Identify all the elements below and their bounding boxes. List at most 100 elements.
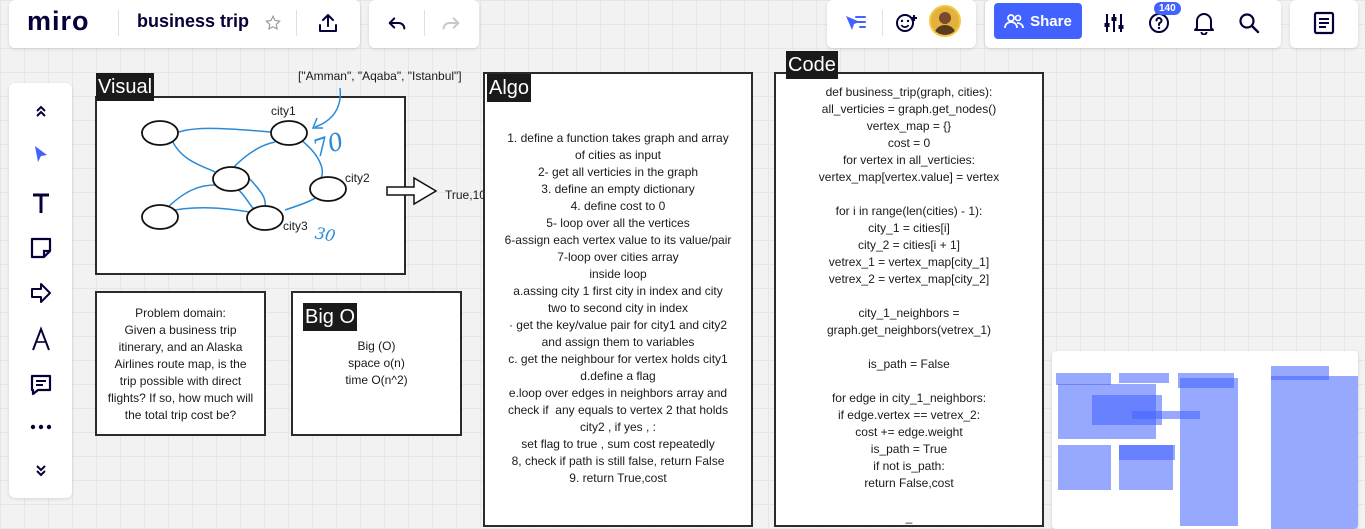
text-line: city2 , if yes , : xyxy=(579,420,657,434)
code-text[interactable]: def business_trip(graph, cities): all_ver… xyxy=(776,84,1042,526)
text-line: city_1 = cities[i] xyxy=(868,221,950,235)
text-line: 9. return True,cost xyxy=(569,471,667,485)
undo-redo-panel xyxy=(369,0,479,48)
comment-icon[interactable] xyxy=(21,367,61,403)
minimap-block xyxy=(1271,376,1358,529)
algo-text[interactable]: 1. define a function takes graph and arr… xyxy=(485,130,751,487)
settings-sliders-icon[interactable] xyxy=(1098,8,1130,38)
text-line: cost = 0 xyxy=(887,136,931,150)
node-label-city2[interactable]: city2 xyxy=(345,170,370,187)
text-line: time O(n^2) xyxy=(345,373,408,387)
big-o-text[interactable]: Big (O) space o(n) time O(n^2) xyxy=(293,338,460,389)
algo-frame-label[interactable]: Algo xyxy=(487,74,532,102)
text-line: 4. define cost to 0 xyxy=(570,199,666,213)
text-line: a.assing city 1 first city in index and … xyxy=(513,284,723,298)
more-tools-icon[interactable] xyxy=(21,409,61,445)
text-line: Problem domain: xyxy=(135,306,226,320)
share-button[interactable]: Share xyxy=(994,3,1082,39)
text-line: and assign them to variables xyxy=(541,335,695,349)
graph-node-city3[interactable] xyxy=(246,205,284,231)
text-line: graph.get_neighbors(vetrex_1) xyxy=(826,323,992,337)
text-line xyxy=(776,492,1042,509)
export-icon[interactable] xyxy=(313,8,343,38)
text-line xyxy=(776,373,1042,390)
text-line: return False,cost xyxy=(864,476,954,490)
text-line: trip possible with direct xyxy=(119,374,242,388)
search-icon[interactable] xyxy=(1233,8,1265,38)
text-line: if not is_path: xyxy=(873,459,945,473)
text-line: for vertex in all_verticies: xyxy=(842,153,976,167)
minimap-block xyxy=(1119,445,1175,460)
cities-list-annotation[interactable]: ["Amman", "Aqaba", "Istanbul"] xyxy=(298,68,462,85)
problem-domain-frame[interactable]: Problem domain: Given a business trip itin… xyxy=(95,291,266,436)
text-line: for edge in city_1_neighbors: xyxy=(831,391,987,405)
code-frame-label[interactable]: Code xyxy=(786,51,838,79)
collapse-down-icon[interactable] xyxy=(21,453,61,489)
code-frame[interactable]: def business_trip(graph, cities): all_ver… xyxy=(774,72,1044,527)
sticky-note-icon[interactable] xyxy=(21,230,61,266)
text-line: the total trip cost be? xyxy=(124,408,237,422)
text-line: itinerary, and an Alaska xyxy=(118,340,243,354)
bell-icon[interactable] xyxy=(1188,8,1220,38)
share-label: Share xyxy=(1030,12,1072,30)
divider xyxy=(296,10,297,36)
handwritten-weight-30[interactable]: 30 xyxy=(314,223,337,245)
text-line: Big (O) xyxy=(357,339,396,353)
star-icon[interactable] xyxy=(260,10,286,36)
users-icon xyxy=(1004,14,1025,29)
cursor-filter-icon[interactable] xyxy=(839,8,871,38)
node-label-city3[interactable]: city3 xyxy=(283,218,308,235)
top-left-panel: miro business trip xyxy=(9,0,360,48)
text-line: inside loop xyxy=(589,267,647,281)
node-label-city1[interactable]: city1 xyxy=(271,103,296,120)
left-toolbar xyxy=(9,83,72,498)
collapse-up-icon[interactable] xyxy=(21,93,61,129)
text-line: of cities as input xyxy=(574,148,662,162)
text-line: all_verticies = graph.get_nodes() xyxy=(821,102,997,116)
text-line: vertex_map = {} xyxy=(866,119,952,133)
minimap-block xyxy=(1058,445,1111,490)
big-o-frame-label[interactable]: Big O xyxy=(303,303,358,331)
text-line: is_path = False xyxy=(868,357,950,371)
text-line: if edge.vertex == vetrex_2: xyxy=(837,408,981,422)
text-line: vetrex_1 = vertex_map[city_1] xyxy=(828,255,990,269)
text-line: vertex_map[vertex.value] = vertex xyxy=(818,170,1000,184)
text-line: 5- loop over all the vertices xyxy=(546,216,690,230)
graph-node[interactable] xyxy=(141,204,179,230)
right-toolbar-panel: Share 140 xyxy=(985,0,1281,48)
text-line: Airlines route map, is the xyxy=(114,357,247,371)
text-line: space o(n) xyxy=(348,356,405,370)
connector-arrow-icon[interactable] xyxy=(21,275,61,311)
graph-node[interactable] xyxy=(141,120,179,146)
divider xyxy=(424,10,425,36)
text-line: 7-loop over cities array xyxy=(557,250,679,264)
problem-domain-text[interactable]: Problem domain: Given a business trip itin… xyxy=(97,305,264,424)
text-line: cost += edge.weight xyxy=(855,425,963,439)
graph-drawing[interactable] xyxy=(95,60,515,280)
avatar[interactable] xyxy=(929,5,961,37)
minimap[interactable] xyxy=(1052,351,1358,529)
miro-logo[interactable]: miro xyxy=(27,6,90,37)
graph-node[interactable] xyxy=(212,166,250,192)
notes-icon[interactable] xyxy=(1308,8,1340,38)
pen-tool-icon[interactable] xyxy=(21,321,61,357)
reaction-icon[interactable] xyxy=(890,8,922,38)
graph-node-city2[interactable] xyxy=(309,176,347,202)
redo-icon[interactable] xyxy=(435,8,467,38)
text-tool-icon[interactable] xyxy=(21,185,61,221)
text-line xyxy=(776,288,1042,305)
text-line: c. get the neighbour for vertex holds ci… xyxy=(508,352,728,366)
board-name[interactable]: business trip xyxy=(137,11,249,32)
minimap-block xyxy=(1180,378,1238,526)
text-line xyxy=(776,186,1042,203)
text-line: set flag to true , sum cost repeatedly xyxy=(521,437,715,451)
algo-frame[interactable]: 1. define a function takes graph and arr… xyxy=(483,72,753,527)
text-line: _ xyxy=(905,510,913,524)
text-line: two to second city in index xyxy=(547,301,689,315)
undo-icon[interactable] xyxy=(381,8,413,38)
select-cursor-icon[interactable] xyxy=(21,137,61,173)
graph-node-city1[interactable] xyxy=(270,120,308,146)
text-line: vetrex_2 = vertex_map[city_2] xyxy=(828,272,990,286)
minimap-block xyxy=(1119,373,1169,383)
divider xyxy=(882,10,883,36)
